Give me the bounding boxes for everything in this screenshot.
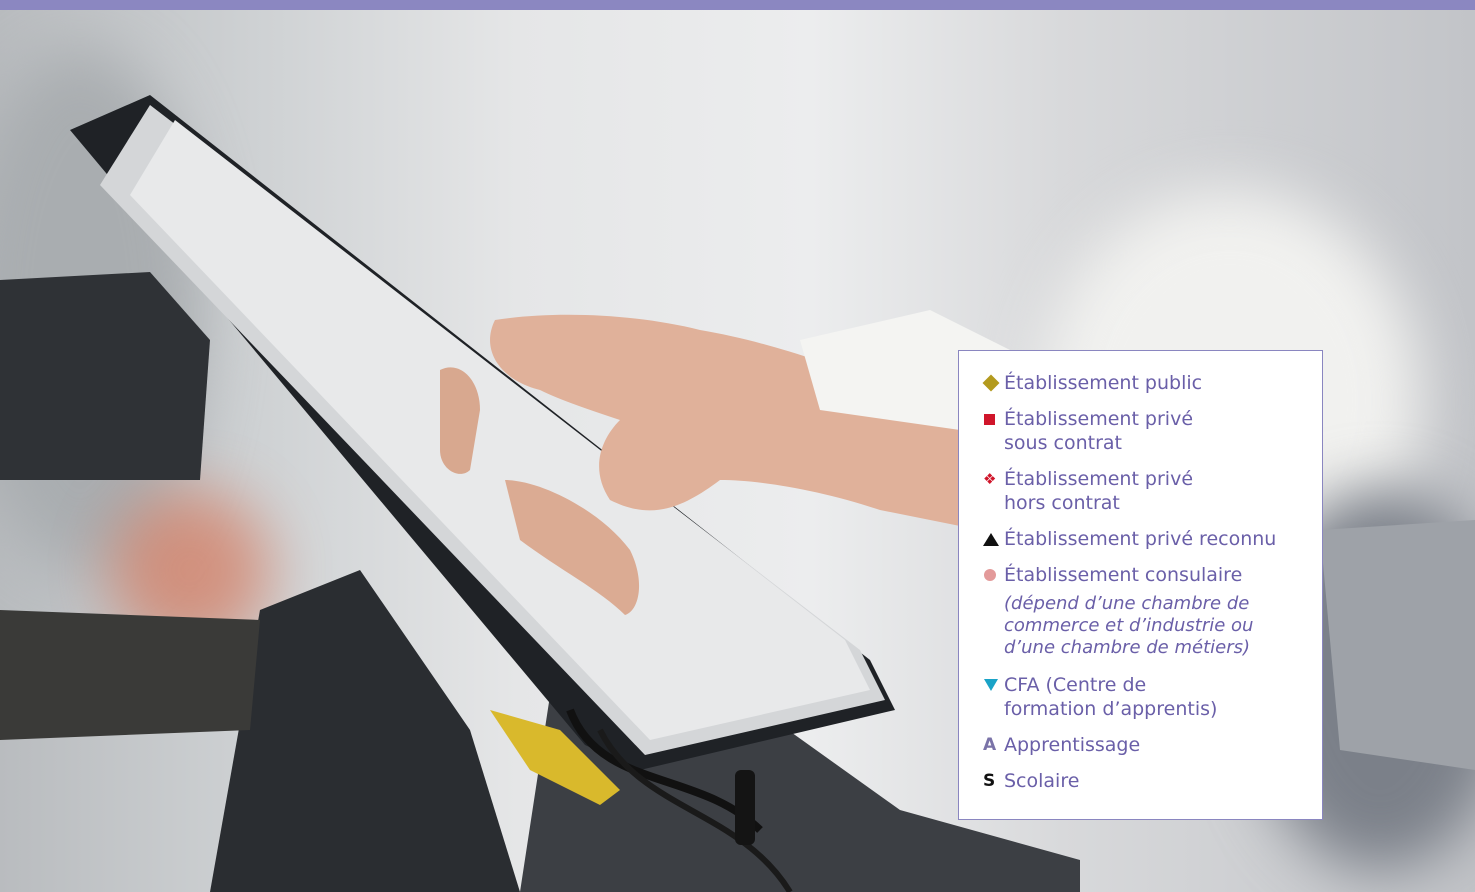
legend-label: Scolaire — [1004, 770, 1080, 792]
legend-label: Établissement privé reconnu — [1004, 528, 1277, 550]
legend-item-prive-sous-contrat: Établissement privé sous contrat — [983, 407, 1304, 455]
legend-label: Établissement privé sous contrat — [1004, 408, 1194, 454]
fleuron-icon: ❖ — [983, 470, 997, 488]
legend-item-apprentissage: A Apprentissage — [983, 733, 1304, 757]
legend-item-prive-reconnu: Établissement privé reconnu — [983, 527, 1304, 551]
triangle-up-icon — [983, 527, 1004, 551]
square-icon — [983, 407, 1004, 431]
legend-label: Apprentissage — [1004, 734, 1141, 756]
letter-a-icon: A — [983, 735, 997, 755]
legend-label: Établissement public — [1004, 372, 1203, 394]
legend-box: Établissement public Établissement privé… — [958, 350, 1323, 820]
legend-item-cfa: CFA (Centre de formation d’apprentis) — [983, 673, 1304, 721]
legend-label: Établissement privé hors contrat — [1004, 468, 1194, 514]
top-color-band — [0, 0, 1475, 10]
dot-icon — [983, 563, 1004, 587]
legend-item-consulaire: Établissement consulaire — [983, 563, 1304, 587]
legend-item-scolaire: S Scolaire — [983, 769, 1304, 793]
diamond-icon — [982, 371, 1004, 395]
legend-item-public: Établissement public — [982, 371, 1304, 395]
legend-label: CFA (Centre de formation d’apprentis) — [1004, 674, 1218, 720]
legend-label: Établissement consulaire — [1004, 564, 1243, 586]
legend-item-prive-hors-contrat: ❖ Établissement privé hors contrat — [983, 467, 1304, 515]
letter-s-icon: S — [983, 771, 996, 791]
triangle-down-icon — [983, 673, 1004, 697]
consulaire-note: (dépend d’une chambre de commerce et d’i… — [1004, 593, 1254, 658]
